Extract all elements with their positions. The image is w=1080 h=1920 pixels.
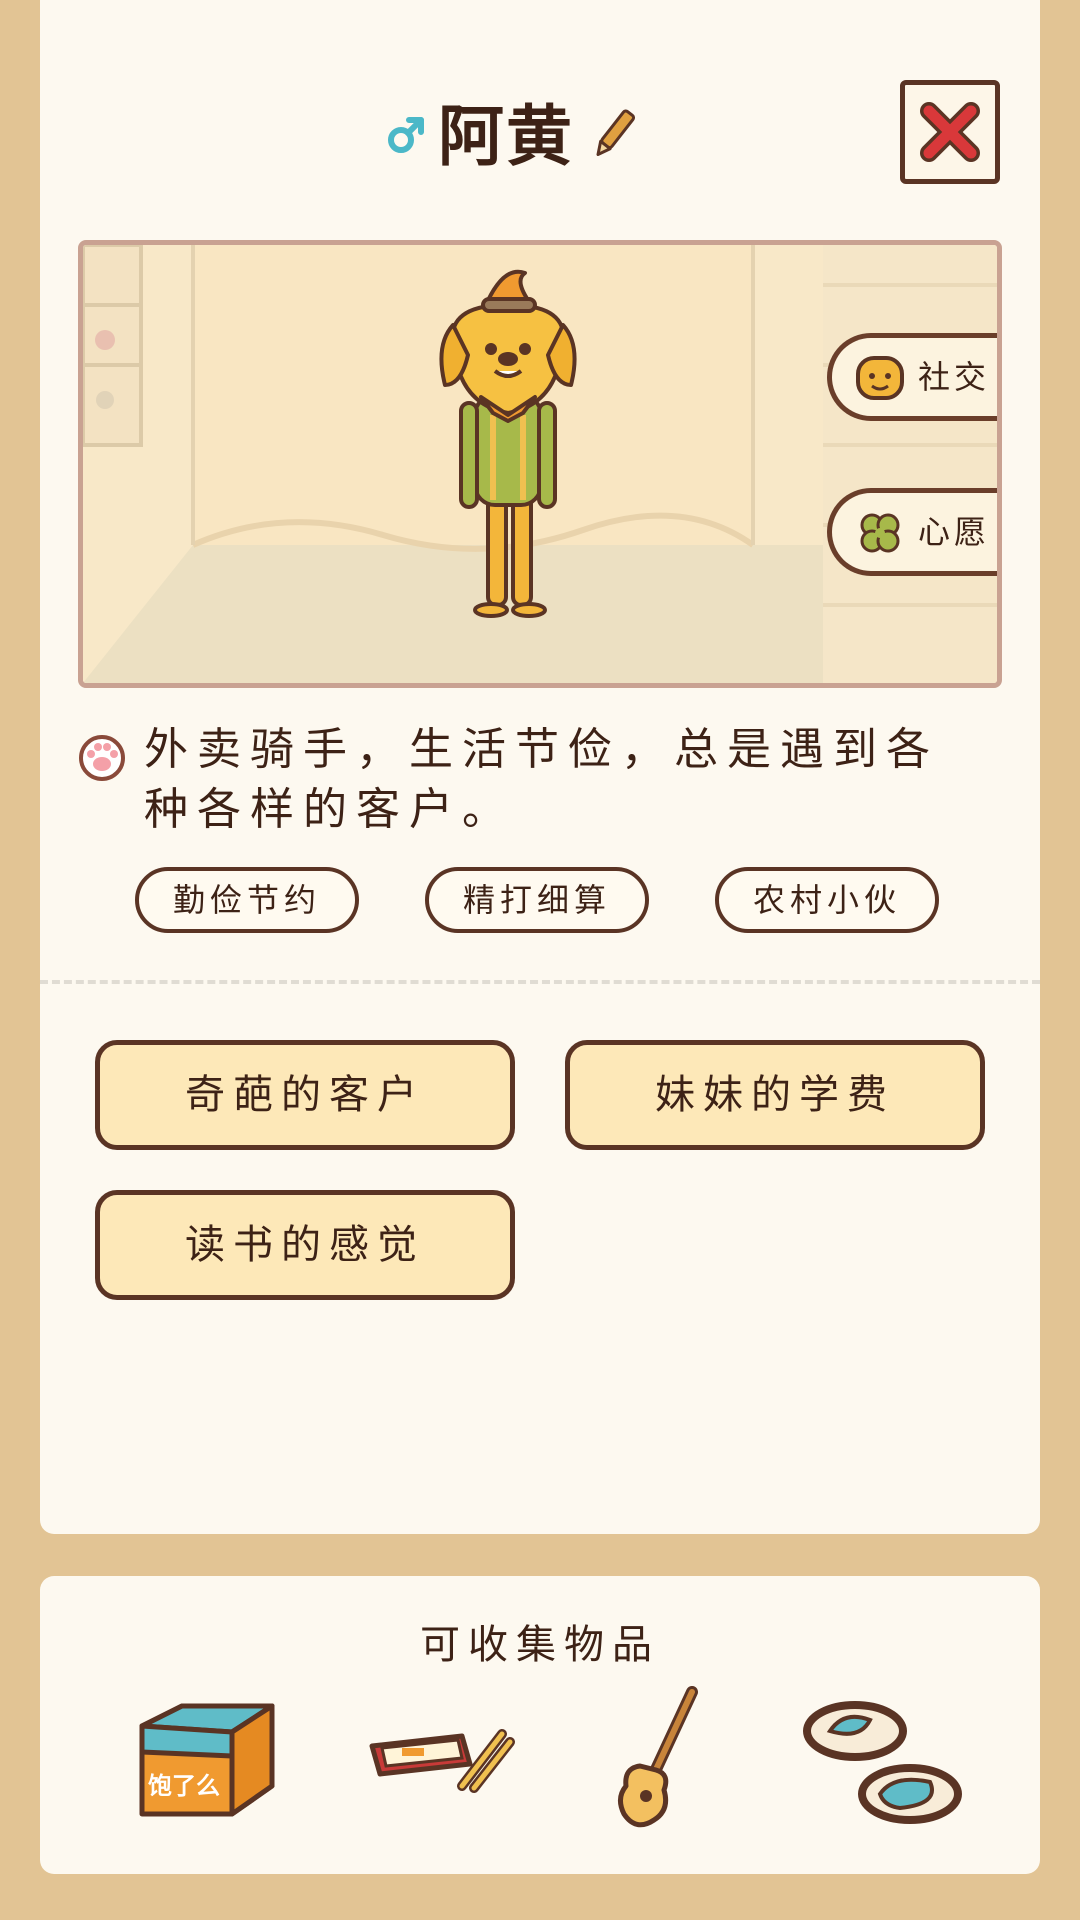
story-button[interactable]: 读书的感觉 xyxy=(95,1190,515,1300)
clover-icon xyxy=(860,513,900,553)
trait-tag: 勤俭节约 xyxy=(135,867,359,933)
collectibles-title: 可收集物品 xyxy=(420,1622,660,1668)
collectibles-card: 可收集物品 饱了么 xyxy=(40,1576,1040,1874)
section-divider xyxy=(40,980,1040,984)
character-description: 外卖骑手，生活节俭，总是遇到各种各样的客户。 xyxy=(144,724,939,835)
character-scene: 社交 心愿 xyxy=(78,240,1002,688)
slippers-icon xyxy=(803,1701,962,1824)
close-icon xyxy=(920,102,980,162)
character-name: 阿黄 xyxy=(438,98,574,175)
male-symbol-icon xyxy=(388,117,424,153)
room-background xyxy=(83,245,997,683)
close-button[interactable] xyxy=(900,80,1000,184)
collectible-guitar[interactable] xyxy=(580,1686,750,1836)
social-face-icon xyxy=(856,356,904,400)
social-button[interactable]: 社交 xyxy=(827,333,997,421)
collectible-lunchbox[interactable] xyxy=(352,1686,522,1836)
paw-icon xyxy=(79,735,125,781)
delivery-box-icon: 饱了么 xyxy=(139,1703,275,1817)
title-row: 阿黄 xyxy=(40,92,1040,182)
collectible-delivery-box[interactable]: 饱了么 xyxy=(122,1686,292,1836)
lunchbox-chopsticks-icon xyxy=(369,1729,515,1793)
trait-tag: 精打细算 xyxy=(425,867,649,933)
edit-pencil-icon[interactable] xyxy=(592,106,636,162)
character-profile-card: 阿黄 社交 心愿 外卖骑手，生活节俭，总是遇到各种各样的客户。 勤俭节约 精打细… xyxy=(40,0,1040,1534)
trait-tag: 农村小伙 xyxy=(715,867,939,933)
social-label: 社交 xyxy=(918,358,991,396)
wish-label: 心愿 xyxy=(918,513,991,551)
box-label: 饱了么 xyxy=(148,1772,220,1800)
story-button[interactable]: 奇葩的客户 xyxy=(95,1040,515,1150)
story-button[interactable]: 妹妹的学费 xyxy=(565,1040,985,1150)
guitar-icon xyxy=(618,1686,698,1828)
wish-button[interactable]: 心愿 xyxy=(827,488,997,576)
collectible-slippers[interactable] xyxy=(800,1686,970,1836)
